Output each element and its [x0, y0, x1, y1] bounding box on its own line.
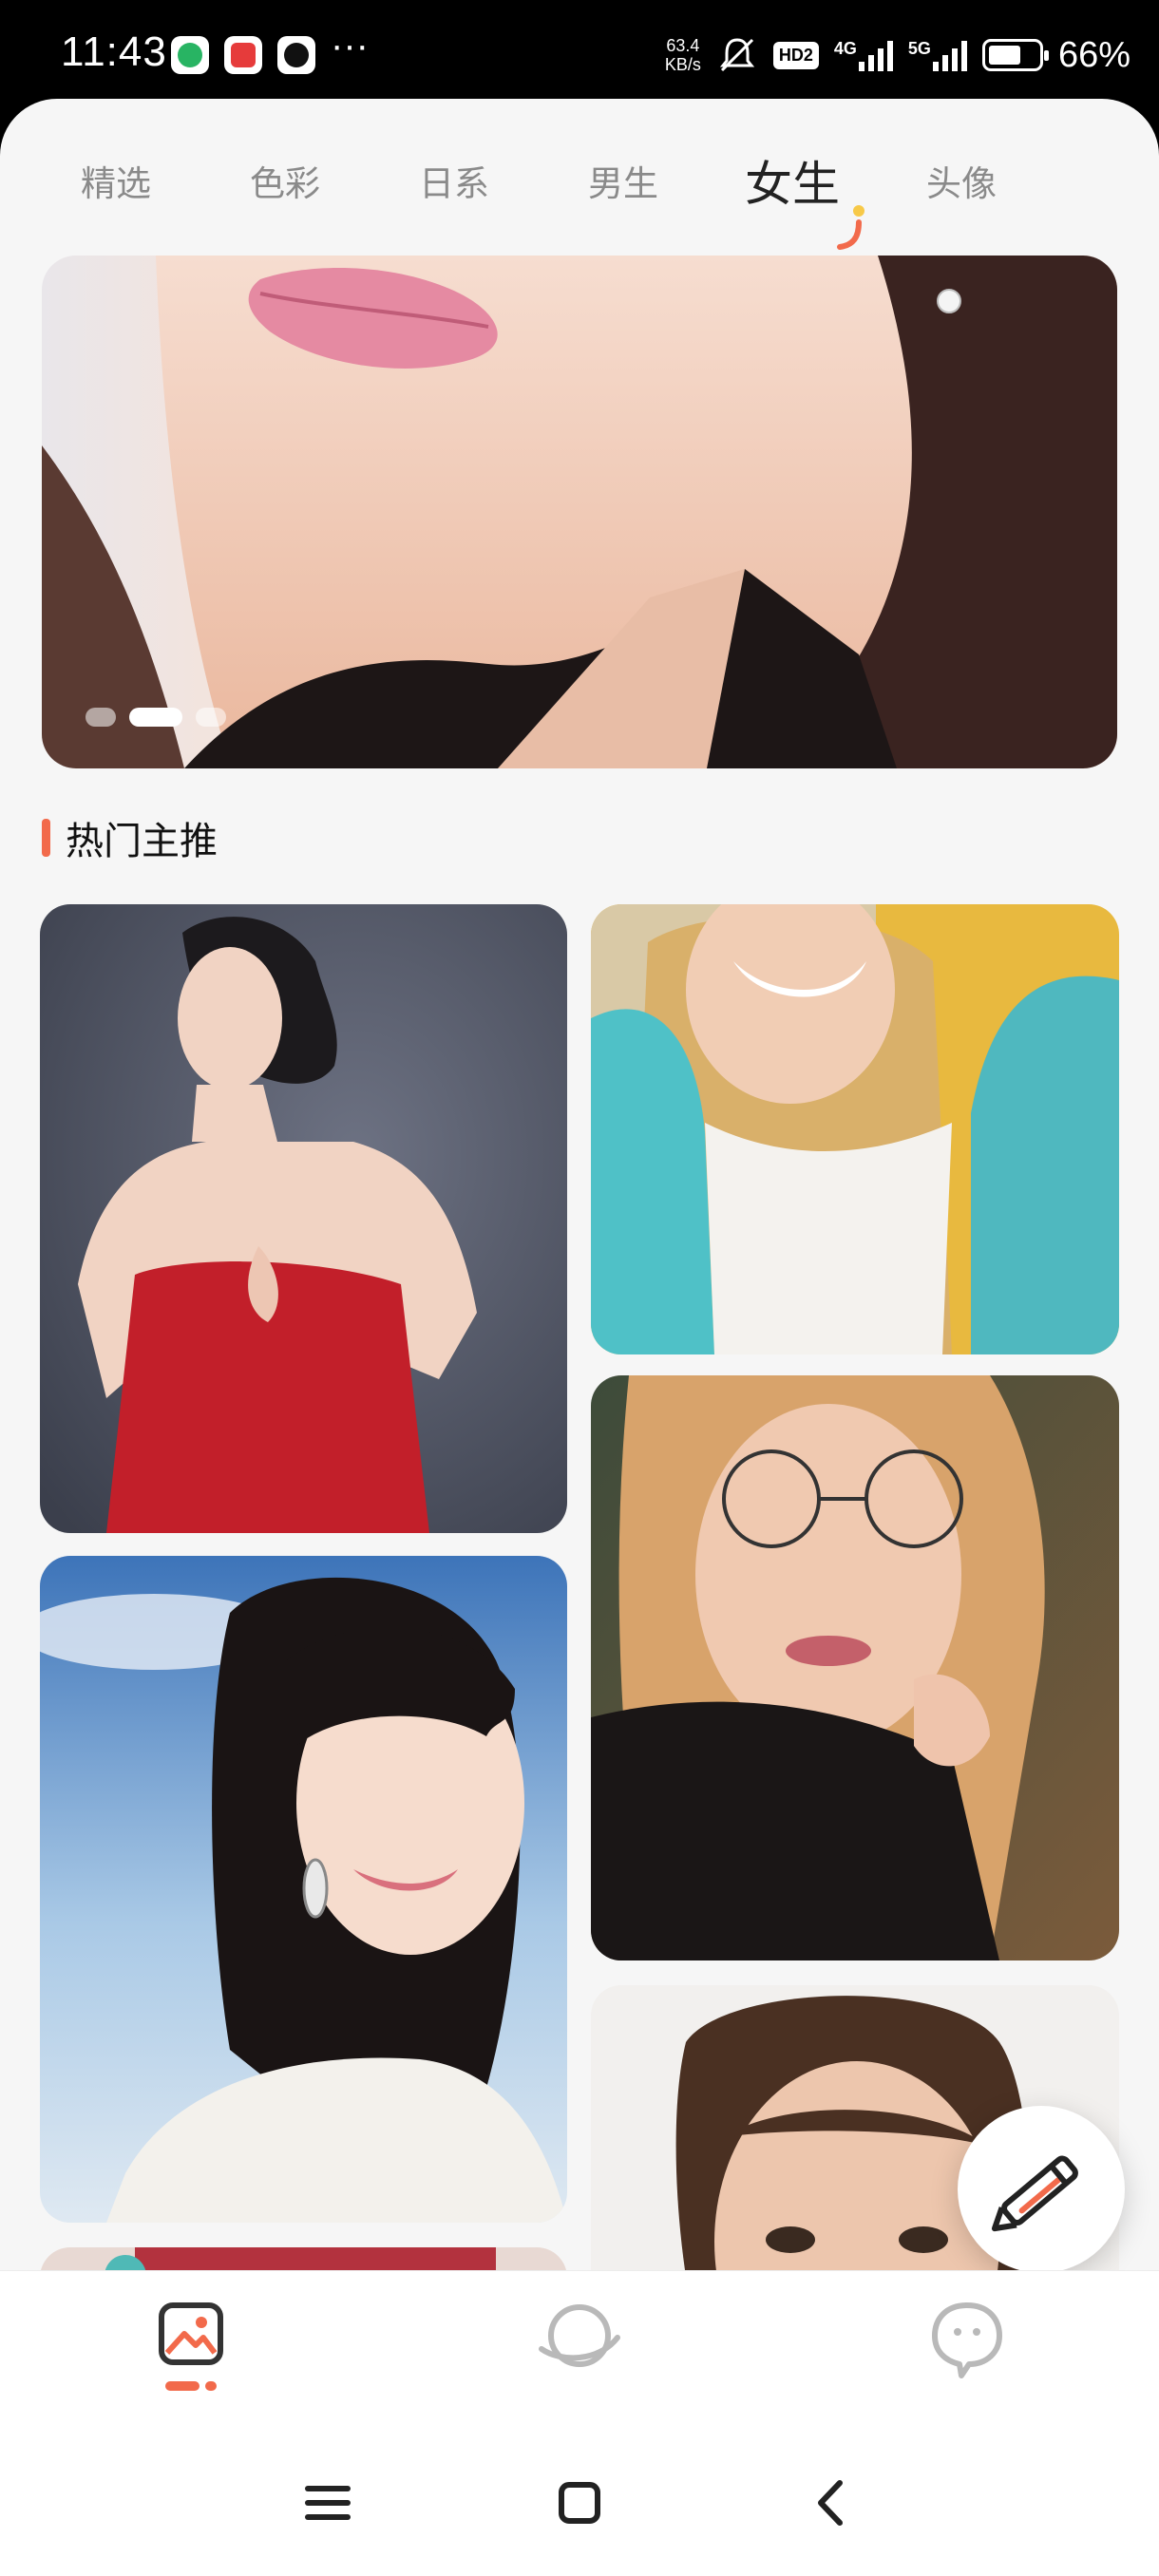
status-bar: 11:43 ··· 63.4 KB/s HD2 4G 5G 66%: [0, 0, 1159, 104]
active-tab-indicator-icon: [837, 205, 864, 250]
photo: [40, 2247, 567, 2270]
signal-bars-icon: [932, 39, 967, 71]
photo: [591, 1375, 1119, 1960]
back-button[interactable]: [798, 2470, 864, 2536]
battery-fill: [988, 46, 1020, 65]
tab-color[interactable]: 色彩: [200, 137, 370, 232]
pen-icon: [991, 2155, 1078, 2232]
clock: 11:43: [61, 28, 167, 75]
signal-4g: 4G: [834, 39, 893, 71]
photo: [591, 904, 1119, 1354]
bottom-navigation: [0, 2270, 1159, 2432]
photo: [40, 1556, 567, 2223]
banner-image: [42, 256, 1117, 768]
section-header: 热门主推: [42, 811, 218, 864]
photo-card-partial[interactable]: [40, 2247, 567, 2270]
more-notifications-icon: ···: [331, 25, 369, 66]
home-icon: [559, 2482, 600, 2524]
battery-icon: [981, 39, 1049, 71]
section-accent-bar: [42, 819, 50, 857]
carousel-indicator: [86, 708, 226, 727]
qq-app-icon: [277, 36, 315, 74]
signal-bars-icon: [858, 39, 893, 71]
menu-button[interactable]: [294, 2470, 361, 2536]
tab-avatars[interactable]: 头像: [877, 137, 1046, 232]
hd-voice-badge: HD2: [772, 41, 819, 69]
network-speed: 63.4 KB/s: [664, 36, 701, 74]
green-app-icon: [171, 36, 209, 74]
carousel-dot-active[interactable]: [129, 708, 182, 727]
chat-bubble-icon: [932, 2302, 1002, 2378]
tab-japanese[interactable]: 日系: [370, 137, 539, 232]
tab-featured[interactable]: 精选: [31, 137, 200, 232]
tab-boys[interactable]: 男生: [539, 137, 708, 232]
nav-gallery[interactable]: [144, 2300, 239, 2404]
photo-card-bangs[interactable]: [40, 1556, 567, 2223]
category-tabs: 精选 色彩 日系 男生 女生 头像: [0, 137, 1159, 250]
nav-discover[interactable]: [532, 2300, 627, 2404]
mute-icon: [719, 38, 755, 72]
cloud-app-icon: [224, 36, 262, 74]
system-navigation-bar: [0, 2432, 1159, 2576]
menu-icon: [305, 2486, 351, 2520]
nav-messages[interactable]: [920, 2300, 1015, 2404]
planet-icon: [539, 2304, 620, 2367]
gallery-icon: [159, 2302, 223, 2391]
signal-5g: 5G: [908, 39, 967, 71]
home-button[interactable]: [546, 2470, 613, 2536]
carousel-dot[interactable]: [86, 708, 116, 727]
photo-card-laughing[interactable]: [591, 904, 1119, 1354]
banner-carousel[interactable]: [42, 256, 1117, 768]
photo-card-red-dress[interactable]: [40, 904, 567, 1533]
create-post-button[interactable]: [958, 2106, 1125, 2270]
battery-percent: 66%: [1057, 34, 1130, 75]
photo: [40, 904, 567, 1533]
carousel-dot[interactable]: [196, 708, 226, 727]
photo-card-glasses[interactable]: [591, 1375, 1119, 1960]
section-title: 热门主推: [66, 820, 218, 863]
main-content: 精选 色彩 日系 男生 女生 头像 热门主推: [0, 99, 1159, 2270]
back-icon: [818, 2480, 843, 2526]
